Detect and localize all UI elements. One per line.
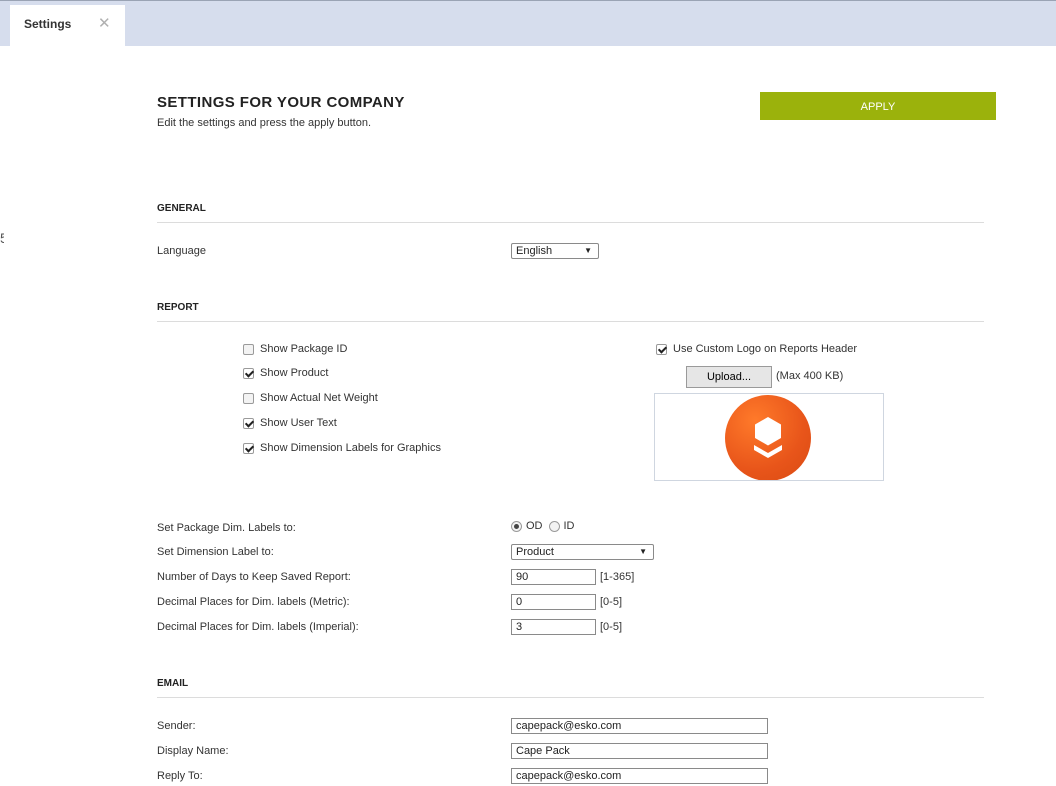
option-label: Use Custom Logo on Reports Header xyxy=(673,343,858,355)
edge-fragment: 5 xyxy=(0,230,4,246)
checkbox[interactable] xyxy=(243,367,254,379)
section-heading-email: EMAIL xyxy=(157,678,189,689)
divider xyxy=(157,222,984,223)
esko-logo-icon xyxy=(725,395,811,480)
option-label: Show Package ID xyxy=(260,343,348,355)
upload-note: (Max 400 KB) xyxy=(776,370,844,382)
tab-settings[interactable]: Settings ✕ xyxy=(10,5,125,47)
option-custom-logo[interactable]: Use Custom Logo on Reports Header xyxy=(656,343,857,355)
reply-to-input[interactable] xyxy=(511,768,768,784)
dim-label-select-value: Product xyxy=(516,546,554,558)
imperial-decimal-input[interactable] xyxy=(511,619,596,635)
page-title: SETTINGS FOR YOUR COMPANY xyxy=(157,94,405,111)
radio-id[interactable] xyxy=(548,520,560,532)
option-label: Show Product xyxy=(260,367,329,379)
page-subtitle: Edit the settings and press the apply bu… xyxy=(157,117,372,129)
metric-decimal-input[interactable] xyxy=(511,594,596,610)
radio-od[interactable] xyxy=(511,520,522,532)
apply-button[interactable]: APPLY xyxy=(760,92,996,120)
radio-id-label: ID xyxy=(563,520,575,532)
reply-to-label: Reply To: xyxy=(157,770,203,782)
display-name-input[interactable] xyxy=(511,743,768,759)
chevron-down-icon: ▼ xyxy=(639,547,647,556)
checkbox[interactable] xyxy=(243,442,254,454)
pkg-dim-label: Set Package Dim. Labels to: xyxy=(157,522,296,534)
option-label: Show Dimension Labels for Graphics xyxy=(260,442,441,454)
sender-input[interactable] xyxy=(511,718,768,734)
language-label: Language xyxy=(157,245,206,257)
tab-bar: Settings ✕ xyxy=(0,0,1056,47)
checkbox[interactable] xyxy=(243,343,254,355)
pkg-dim-radio-group: OD ID xyxy=(511,520,575,532)
sender-label: Sender: xyxy=(157,720,196,732)
section-heading-report: REPORT xyxy=(157,302,199,313)
option-show-user-text[interactable]: Show User Text xyxy=(243,417,337,429)
section-heading-general: GENERAL xyxy=(157,203,206,214)
radio-od-label: OD xyxy=(526,520,543,532)
metric-range: [0-5] xyxy=(600,596,623,608)
tab-settings-label: Settings xyxy=(24,17,72,31)
divider xyxy=(157,697,984,698)
imperial-label: Decimal Places for Dim. labels (Imperial… xyxy=(157,621,359,633)
days-label: Number of Days to Keep Saved Report: xyxy=(157,571,351,583)
days-range: [1-365] xyxy=(600,571,635,583)
dim-label-label: Set Dimension Label to: xyxy=(157,546,274,558)
divider xyxy=(157,321,984,322)
option-show-package-id[interactable]: Show Package ID xyxy=(243,343,347,355)
checkbox[interactable] xyxy=(243,392,254,404)
upload-button[interactable]: Upload... xyxy=(686,366,772,388)
option-label: Show User Text xyxy=(260,417,337,429)
dim-label-select[interactable]: Product ▼ xyxy=(511,544,654,560)
language-select[interactable]: English ▼ xyxy=(511,243,599,259)
imperial-range: [0-5] xyxy=(600,621,623,633)
checkbox[interactable] xyxy=(656,343,667,355)
language-select-value: English xyxy=(516,245,553,257)
option-show-product[interactable]: Show Product xyxy=(243,367,328,379)
metric-label: Decimal Places for Dim. labels (Metric): xyxy=(157,596,350,608)
display-name-label: Display Name: xyxy=(157,745,229,757)
chevron-down-icon: ▼ xyxy=(584,246,592,255)
checkbox[interactable] xyxy=(243,417,254,429)
close-icon[interactable]: ✕ xyxy=(98,14,111,32)
days-input[interactable] xyxy=(511,569,596,585)
logo-preview xyxy=(654,393,884,481)
option-show-dimension-labels[interactable]: Show Dimension Labels for Graphics xyxy=(243,442,441,454)
option-label: Show Actual Net Weight xyxy=(260,392,378,404)
option-show-actual-net-weight[interactable]: Show Actual Net Weight xyxy=(243,392,378,404)
